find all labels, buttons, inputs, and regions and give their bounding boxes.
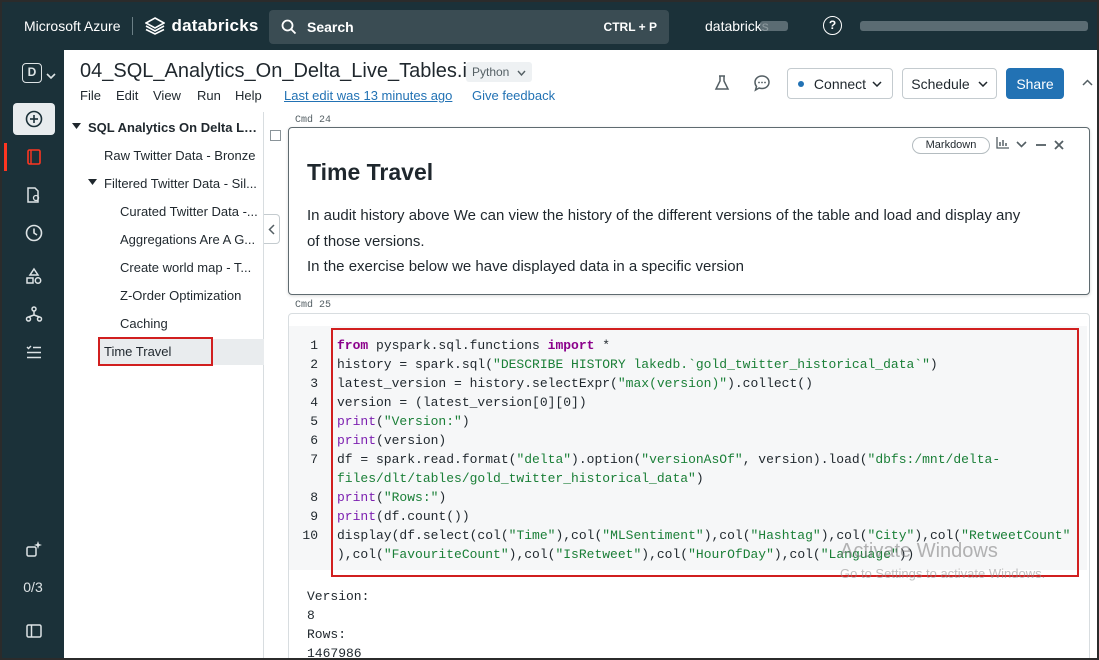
cmd-label-25: Cmd 25 xyxy=(295,300,332,311)
progress-counter[interactable]: 0/3 xyxy=(2,579,64,595)
output-line: 8 xyxy=(307,608,315,623)
workspace-icon[interactable] xyxy=(13,179,55,211)
outline-item-zorder[interactable]: Z-Order Optimization xyxy=(120,288,259,303)
output-line: Version: xyxy=(307,589,370,604)
chevron-up-icon[interactable] xyxy=(1082,79,1093,86)
redacted-workspace xyxy=(760,21,788,31)
watermark-title: Activate Windows xyxy=(840,540,998,562)
notebook-icon[interactable] xyxy=(4,141,55,173)
caret-down-icon[interactable] xyxy=(72,123,81,130)
last-edit-link[interactable]: Last edit was 13 minutes ago xyxy=(284,88,452,103)
line-number: 4 xyxy=(310,395,318,410)
new-icon[interactable] xyxy=(13,103,55,135)
line-number: 6 xyxy=(310,433,318,448)
markdown-paragraph-line-3: In the exercise below we have displayed … xyxy=(307,258,744,275)
notebook-title[interactable]: 04_SQL_Analytics_On_Delta_Live_Tables.ip… xyxy=(80,60,510,83)
cell-collapse-toggle[interactable] xyxy=(270,130,281,141)
menu-view[interactable]: View xyxy=(153,88,181,103)
language-selector[interactable]: Python xyxy=(466,62,532,82)
help-icon[interactable]: ? xyxy=(823,16,842,35)
sidebar-toggle-icon[interactable] xyxy=(13,615,55,647)
share-button[interactable]: Share xyxy=(1006,68,1064,99)
brand-label: Microsoft Azure xyxy=(24,18,121,34)
connect-button[interactable]: Connect xyxy=(787,68,893,99)
menu-edit[interactable]: Edit xyxy=(116,88,138,103)
outline-item-aggregations[interactable]: Aggregations Are A G... xyxy=(120,232,259,247)
catalog-icon[interactable] xyxy=(13,260,55,292)
search-label: Search xyxy=(307,19,354,35)
search-icon xyxy=(281,19,297,35)
app-frame: Microsoft Azure databricks Search CTRL +… xyxy=(0,0,1099,660)
experiment-flask-icon[interactable] xyxy=(713,74,731,92)
chevron-down-icon xyxy=(517,70,526,77)
outline-panel xyxy=(64,112,264,658)
markdown-paragraph-line-1: In audit history above We can view the h… xyxy=(307,207,1021,224)
outline-item-caching[interactable]: Caching xyxy=(120,316,259,331)
redacted-user[interactable] xyxy=(860,21,1088,31)
chevron-left-icon xyxy=(268,223,275,235)
product-name: databricks xyxy=(171,16,259,35)
chart-icon[interactable] xyxy=(996,137,1010,149)
language-label: Python xyxy=(472,65,510,79)
menu-help[interactable]: Help xyxy=(235,88,262,103)
outline-item-silver[interactable]: Filtered Twitter Data - Sil... xyxy=(104,176,258,191)
comments-icon[interactable] xyxy=(753,74,771,92)
line-number: 8 xyxy=(310,490,318,505)
chevron-down-icon[interactable] xyxy=(1016,141,1027,148)
output-line: Rows: xyxy=(307,627,347,642)
workspace-switcher-icon[interactable]: D xyxy=(22,63,42,83)
schedule-label: Schedule xyxy=(911,75,970,92)
markdown-type-button[interactable]: Markdown xyxy=(912,137,990,154)
caret-down-icon[interactable] xyxy=(88,179,97,186)
workflows-icon[interactable] xyxy=(13,298,55,330)
chevron-down-icon xyxy=(978,80,988,87)
chevron-down-icon[interactable] xyxy=(46,72,56,80)
left-rail: D 0/3 xyxy=(2,50,64,658)
close-icon[interactable] xyxy=(1054,140,1064,150)
schedule-button[interactable]: Schedule xyxy=(902,68,997,99)
menu-file[interactable]: File xyxy=(80,88,101,103)
minimize-icon[interactable] xyxy=(1036,144,1046,146)
outline-item-curated[interactable]: Curated Twitter Data -... xyxy=(120,204,259,219)
search-shortcut: CTRL + P xyxy=(603,20,657,34)
line-number: 7 xyxy=(310,452,318,467)
databricks-stack-icon xyxy=(145,17,166,35)
cmd-label-24: Cmd 24 xyxy=(295,115,332,126)
output-line: 1467986 xyxy=(307,646,362,660)
markdown-heading: Time Travel xyxy=(307,159,434,185)
line-number: 10 xyxy=(302,528,318,543)
line-number: 2 xyxy=(310,357,318,372)
line-number: 3 xyxy=(310,376,318,391)
brand-divider xyxy=(132,17,134,35)
collapse-outline-button[interactable] xyxy=(264,214,280,244)
outline-item-world-map[interactable]: Create world map - T... xyxy=(120,260,259,275)
databricks-logo[interactable]: databricks xyxy=(145,16,258,36)
outline-item-root[interactable]: SQL Analytics On Delta Li... xyxy=(88,120,258,135)
line-number: 9 xyxy=(310,509,318,524)
menu-run[interactable]: Run xyxy=(197,88,221,103)
connect-label: Connect xyxy=(813,75,867,92)
outline-item-bronze[interactable]: Raw Twitter Data - Bronze xyxy=(104,148,259,163)
clock-icon[interactable] xyxy=(13,217,55,249)
give-feedback-link[interactable]: Give feedback xyxy=(472,88,555,103)
chevron-down-icon xyxy=(872,80,882,87)
watermark-subtitle: Go to Settings to activate Windows. xyxy=(840,566,1046,581)
cluster-status-dot xyxy=(797,80,804,87)
search-bar[interactable]: Search CTRL + P xyxy=(269,10,669,44)
line-number: 1 xyxy=(310,338,318,353)
annotation-highlight-outline xyxy=(98,337,213,366)
tasks-list-icon[interactable] xyxy=(13,336,55,368)
markdown-paragraph-line-2: of those versions. xyxy=(307,233,425,250)
top-bar: Microsoft Azure databricks Search CTRL +… xyxy=(2,2,1097,50)
assistant-sparkle-icon[interactable] xyxy=(13,533,55,565)
line-number: 5 xyxy=(310,414,318,429)
